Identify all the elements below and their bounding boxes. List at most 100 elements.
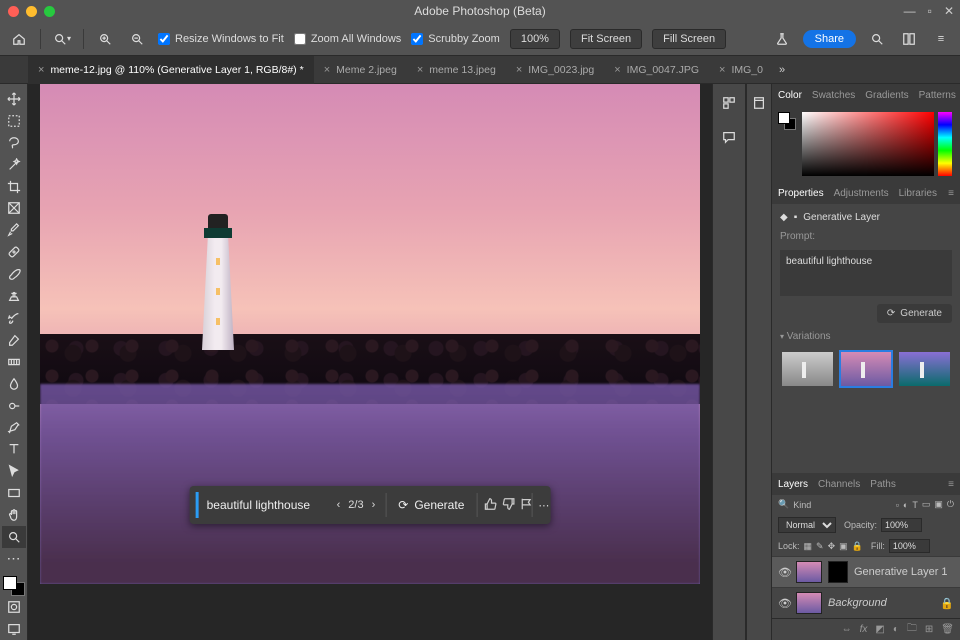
- panel-menu-icon[interactable]: ≡: [930, 28, 952, 50]
- close-tab-icon[interactable]: ×: [417, 64, 423, 76]
- marquee-tool[interactable]: [2, 110, 26, 132]
- quick-mask-icon[interactable]: [2, 596, 26, 618]
- brush-tool[interactable]: [2, 263, 26, 285]
- filter-smart-icon[interactable]: ▣: [934, 499, 943, 510]
- generate-button-panel[interactable]: ⟳ Generate: [877, 304, 952, 323]
- zoom-all-checkbox[interactable]: Zoom All Windows: [294, 33, 401, 45]
- hand-tool[interactable]: [2, 504, 26, 526]
- history-panel-icon[interactable]: [718, 92, 740, 114]
- fit-screen-button[interactable]: Fit Screen: [570, 29, 642, 49]
- lock-pixels-icon[interactable]: ▦: [804, 541, 813, 552]
- filter-toggle-icon[interactable]: ⏻: [947, 499, 954, 510]
- kind-search-icon[interactable]: 🔍: [778, 499, 789, 510]
- document-canvas[interactable]: ‹ 2/3 › ⟳ Generate ⋯: [40, 84, 700, 584]
- comments-panel-icon[interactable]: [718, 126, 740, 148]
- move-tool[interactable]: [2, 88, 26, 110]
- close-window-icon[interactable]: [8, 6, 19, 17]
- overflow-tabs-icon[interactable]: »: [773, 64, 791, 76]
- tab-libraries[interactable]: Libraries: [899, 188, 937, 199]
- blend-mode-select[interactable]: Normal: [778, 517, 836, 533]
- close-tab-icon[interactable]: ×: [38, 64, 44, 76]
- fill-screen-button[interactable]: Fill Screen: [652, 29, 726, 49]
- opacity-input[interactable]: [881, 518, 922, 532]
- screen-mode-icon[interactable]: [2, 618, 26, 640]
- filter-type-icon[interactable]: T: [912, 500, 918, 510]
- group-icon[interactable]: 🗀: [907, 621, 917, 638]
- scrubby-zoom-checkbox[interactable]: Scrubby Zoom: [411, 33, 500, 45]
- tab-swatches[interactable]: Swatches: [812, 90, 855, 101]
- filter-pixel-icon[interactable]: ▫: [896, 500, 899, 510]
- close-tab-icon[interactable]: ×: [719, 64, 725, 76]
- filter-adjustment-icon[interactable]: ◐: [903, 500, 908, 510]
- visibility-icon[interactable]: 👁: [778, 597, 790, 610]
- dodge-tool[interactable]: [2, 395, 26, 417]
- learn-panel-icon[interactable]: [748, 92, 770, 114]
- zoom-100-button[interactable]: 100%: [510, 29, 560, 49]
- hue-slider[interactable]: [938, 112, 952, 176]
- home-icon[interactable]: [8, 28, 30, 50]
- close-icon[interactable]: ✕: [944, 4, 954, 18]
- prompt-textarea[interactable]: beautiful lighthouse: [780, 250, 952, 296]
- clone-stamp-tool[interactable]: [2, 285, 26, 307]
- magic-wand-tool[interactable]: [2, 154, 26, 176]
- fill-input[interactable]: [889, 539, 930, 553]
- zoom-tool-icon[interactable]: ▾: [51, 28, 73, 50]
- blur-tool[interactable]: [2, 373, 26, 395]
- beaker-icon[interactable]: [771, 28, 793, 50]
- tab-adjustments[interactable]: Adjustments: [834, 188, 889, 199]
- eyedropper-tool[interactable]: [2, 219, 26, 241]
- tab-properties[interactable]: Properties: [778, 188, 824, 199]
- tab-color[interactable]: Color: [778, 90, 802, 101]
- document-tab[interactable]: ×meme-12.jpg @ 110% (Generative Layer 1,…: [28, 56, 314, 84]
- thumbs-up-icon[interactable]: [477, 497, 495, 514]
- lock-all-icon[interactable]: 🔒: [852, 541, 863, 552]
- thumbs-down-icon[interactable]: [495, 497, 513, 514]
- generate-button[interactable]: ⟳ Generate: [386, 486, 476, 524]
- rectangle-tool[interactable]: [2, 482, 26, 504]
- next-variation-icon[interactable]: ›: [372, 499, 376, 511]
- link-layers-icon[interactable]: ⇔: [842, 624, 852, 635]
- delete-layer-icon[interactable]: 🗑: [941, 624, 954, 635]
- zoom-out-icon[interactable]: [126, 28, 148, 50]
- visibility-icon[interactable]: 👁: [778, 566, 790, 579]
- healing-tool[interactable]: [2, 241, 26, 263]
- filter-shape-icon[interactable]: ▭: [922, 499, 931, 510]
- more-icon[interactable]: ⋯: [532, 499, 550, 512]
- adjustment-layer-icon[interactable]: ◐: [893, 624, 899, 635]
- close-tab-icon[interactable]: ×: [324, 64, 330, 76]
- document-tab[interactable]: ×meme 13.jpeg: [407, 56, 506, 84]
- tab-channels[interactable]: Channels: [818, 479, 860, 490]
- history-brush-tool[interactable]: [2, 307, 26, 329]
- maximize-window-icon[interactable]: [44, 6, 55, 17]
- type-tool[interactable]: [2, 439, 26, 461]
- minimize-window-icon[interactable]: [26, 6, 37, 17]
- tab-layers[interactable]: Layers: [778, 479, 808, 490]
- layer-item[interactable]: 👁Generative Layer 1: [772, 556, 960, 587]
- share-button[interactable]: Share: [803, 30, 856, 48]
- pen-tool[interactable]: [2, 417, 26, 439]
- minimize-icon[interactable]: —: [904, 4, 916, 18]
- variation-thumbnail[interactable]: [897, 350, 952, 388]
- close-tab-icon[interactable]: ×: [614, 64, 620, 76]
- tab-patterns[interactable]: Patterns: [919, 90, 956, 101]
- tab-paths[interactable]: Paths: [870, 479, 896, 490]
- document-tab[interactable]: ×IMG_0023.jpg: [506, 56, 604, 84]
- eraser-tool[interactable]: [2, 329, 26, 351]
- resize-windows-checkbox[interactable]: Resize Windows to Fit: [158, 33, 284, 45]
- search-icon[interactable]: [866, 28, 888, 50]
- color-swatches[interactable]: [3, 576, 25, 596]
- prompt-input[interactable]: [207, 498, 327, 512]
- layer-fx-icon[interactable]: fx: [860, 624, 868, 635]
- lasso-tool[interactable]: [2, 132, 26, 154]
- color-panel[interactable]: [772, 106, 960, 182]
- color-picker[interactable]: [802, 112, 934, 176]
- maximize-icon[interactable]: ▫: [928, 4, 932, 18]
- flag-icon[interactable]: [513, 497, 531, 514]
- tab-gradients[interactable]: Gradients: [865, 90, 908, 101]
- variation-thumbnail[interactable]: [839, 350, 894, 388]
- crop-tool[interactable]: [2, 176, 26, 198]
- lock-brush-icon[interactable]: ✎: [816, 541, 824, 552]
- edit-toolbar[interactable]: ⋯: [2, 548, 26, 570]
- workspace-icon[interactable]: [898, 28, 920, 50]
- panel-menu-icon[interactable]: ≡: [948, 479, 960, 490]
